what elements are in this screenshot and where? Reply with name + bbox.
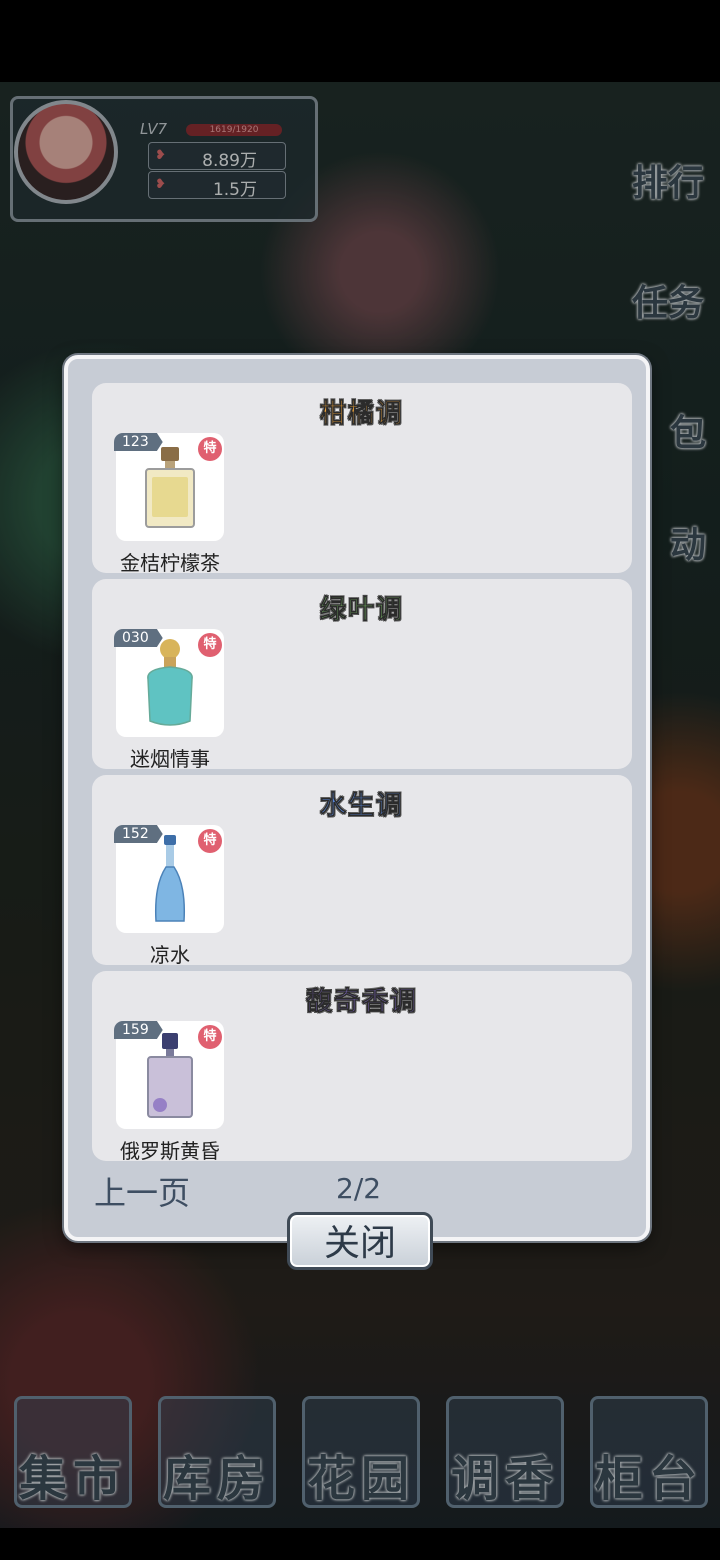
perfume-item[interactable]: 152 特 bbox=[114, 825, 224, 933]
category-title: 柑橘调 bbox=[319, 399, 404, 430]
category-title: 馥奇香调 bbox=[305, 987, 418, 1018]
category-card-green: 绿叶调 030 特 迷烟情事 bbox=[92, 579, 632, 771]
special-badge: 特 bbox=[198, 633, 222, 657]
item-name: 迷烟情事 bbox=[130, 747, 210, 771]
perfume-item[interactable]: 159 特 bbox=[114, 1021, 224, 1129]
category-card-citrus: 柑橘调 123 特 金桔柠檬茶 bbox=[92, 383, 632, 575]
category-title: 水生调 bbox=[319, 791, 404, 822]
item-name: 俄罗斯黄昏 bbox=[120, 1139, 220, 1163]
category-card-aquatic: 水生调 152 特 凉水 bbox=[92, 775, 632, 967]
special-badge: 特 bbox=[198, 437, 222, 461]
special-badge: 特 bbox=[198, 1025, 222, 1049]
item-number: 152 bbox=[114, 825, 163, 843]
item-number: 030 bbox=[114, 629, 163, 647]
page-indicator: 2/2 bbox=[336, 1172, 382, 1205]
previous-page-button[interactable]: 上一页 bbox=[94, 1168, 190, 1214]
item-name: 金桔柠檬茶 bbox=[120, 551, 220, 575]
item-number: 159 bbox=[114, 1021, 163, 1039]
item-number: 123 bbox=[114, 433, 163, 451]
close-button[interactable]: 关闭 bbox=[287, 1212, 433, 1270]
perfume-collection-dialog: 柑橘调 123 特 金桔柠檬茶 绿叶调 030 特 迷烟情事 水生调 152 特… bbox=[64, 355, 650, 1241]
special-badge: 特 bbox=[198, 829, 222, 853]
perfume-item[interactable]: 123 特 bbox=[114, 433, 224, 541]
perfume-item[interactable]: 030 特 bbox=[114, 629, 224, 737]
category-title: 绿叶调 bbox=[319, 595, 404, 626]
item-name: 凉水 bbox=[150, 943, 190, 967]
category-card-fougere: 馥奇香调 159 特 俄罗斯黄昏 bbox=[92, 971, 632, 1163]
bottom-bar bbox=[0, 1528, 720, 1560]
